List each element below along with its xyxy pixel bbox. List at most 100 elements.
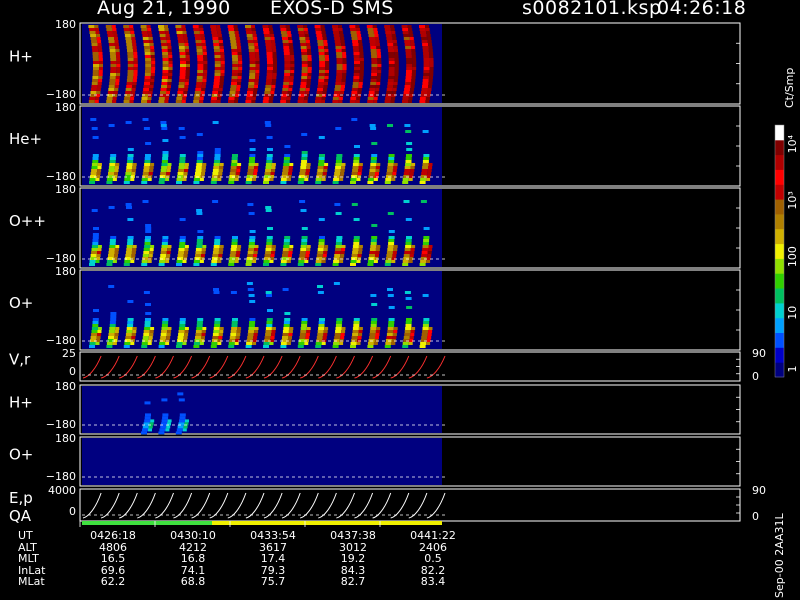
heatmap-cell [336, 239, 343, 242]
heatmap-cell [404, 330, 411, 333]
heatmap-cell [255, 70, 260, 73]
heatmap-cell [270, 339, 275, 342]
heatmap-cell [288, 330, 293, 333]
heatmap-cell [144, 163, 151, 166]
heatmap-cell [181, 100, 186, 103]
heatmap-cell [280, 28, 287, 31]
heatmap-cell [271, 163, 276, 166]
heatmap-cell [266, 239, 273, 242]
panel-frame [79, 351, 741, 382]
heatmap-cell [217, 175, 222, 178]
footer-value: 0.5 [424, 552, 442, 565]
heatmap-cell [246, 260, 253, 263]
heatmap-cell [246, 31, 253, 34]
heatmap-cell [405, 324, 412, 327]
heatmap-cell [427, 169, 432, 172]
heatmap-cell [318, 327, 325, 330]
heatmap-cell [105, 25, 112, 28]
heatmap-cell [95, 342, 100, 345]
heatmap-cell [202, 245, 207, 248]
heatmap-cell [318, 79, 325, 82]
heatmap-cell [370, 76, 377, 79]
heatmap-cell [375, 40, 380, 43]
heatmap-cell [185, 49, 190, 52]
heatmap-cell [109, 324, 116, 327]
heatmap-cell [113, 257, 118, 260]
heatmap-cell [286, 100, 291, 103]
heatmap-cell [160, 254, 167, 257]
heatmap-cell [353, 70, 360, 73]
heatmap-cell [369, 124, 376, 127]
heatmap-cell [403, 94, 410, 97]
heatmap-cell [238, 67, 243, 70]
heatmap-cell [333, 94, 340, 97]
heatmap-cell [368, 339, 375, 342]
heatmap-cell [323, 85, 328, 88]
heatmap-cell [265, 124, 272, 127]
heatmap-cell [168, 61, 173, 64]
heatmap-cell [402, 181, 409, 184]
heatmap-cell [391, 339, 396, 342]
heatmap-cell [367, 260, 374, 263]
heatmap-cell [127, 160, 134, 163]
heatmap-cell [384, 28, 391, 31]
heatmap-cell [267, 61, 273, 64]
heatmap-cell [176, 28, 182, 31]
heatmap-cell [127, 61, 134, 64]
heatmap-cell [422, 294, 429, 297]
heatmap-cell [125, 254, 132, 257]
heatmap-cell [264, 339, 271, 342]
heatmap-cell [421, 37, 428, 40]
heatmap-cell [339, 257, 344, 260]
heatmap-cell [246, 257, 253, 260]
heatmap-cell [233, 25, 238, 28]
heatmap-cell [220, 55, 225, 58]
heatmap-cell [97, 40, 102, 43]
heatmap-cell [359, 58, 364, 61]
heatmap-cell [162, 321, 169, 324]
heatmap-cell [90, 37, 97, 40]
heatmap-cell [142, 94, 149, 97]
heatmap-cell [127, 49, 133, 52]
heatmap-cell [165, 34, 170, 37]
heatmap-cell [97, 333, 102, 336]
heatmap-cell [195, 251, 202, 254]
colorbar-segment [775, 288, 784, 304]
heatmap-cell [388, 236, 395, 239]
heatmap-cell [341, 327, 346, 330]
heatmap-cell [422, 166, 429, 169]
heatmap-cell [317, 330, 324, 333]
heatmap-cell [358, 327, 363, 330]
heatmap-cell [175, 431, 182, 435]
heatmap-cell [125, 169, 132, 172]
heatmap-cell [402, 31, 409, 34]
heatmap-cell [141, 263, 148, 266]
heatmap-cell [351, 37, 358, 40]
heatmap-cell [124, 260, 131, 263]
heatmap-cell [161, 245, 168, 248]
heatmap-cell [145, 67, 152, 70]
heatmap-cell [125, 121, 132, 124]
heatmap-cell [196, 242, 203, 245]
heatmap-cell [248, 79, 255, 82]
heatmap-cell [422, 82, 429, 85]
heatmap-cell [270, 175, 275, 178]
heatmap-cell [217, 342, 222, 345]
heatmap-cell [349, 100, 356, 103]
heatmap-cell [149, 88, 154, 91]
heatmap-cell [356, 94, 361, 97]
heatmap-cell [144, 321, 151, 324]
heatmap-cell [142, 91, 149, 94]
heatmap-cell [341, 85, 345, 88]
heatmap-cell [334, 336, 341, 339]
heatmap-cell [284, 58, 291, 61]
heatmap-cell [369, 172, 375, 175]
heatmap-cell [350, 342, 357, 345]
heatmap-cell [428, 245, 433, 248]
heatmap-cell [272, 55, 277, 58]
heatmap-cell [200, 34, 205, 37]
heatmap-cell [287, 91, 292, 94]
heatmap-cell [108, 285, 115, 288]
heatmap-cell [179, 52, 186, 55]
heatmap-cell [236, 330, 241, 333]
